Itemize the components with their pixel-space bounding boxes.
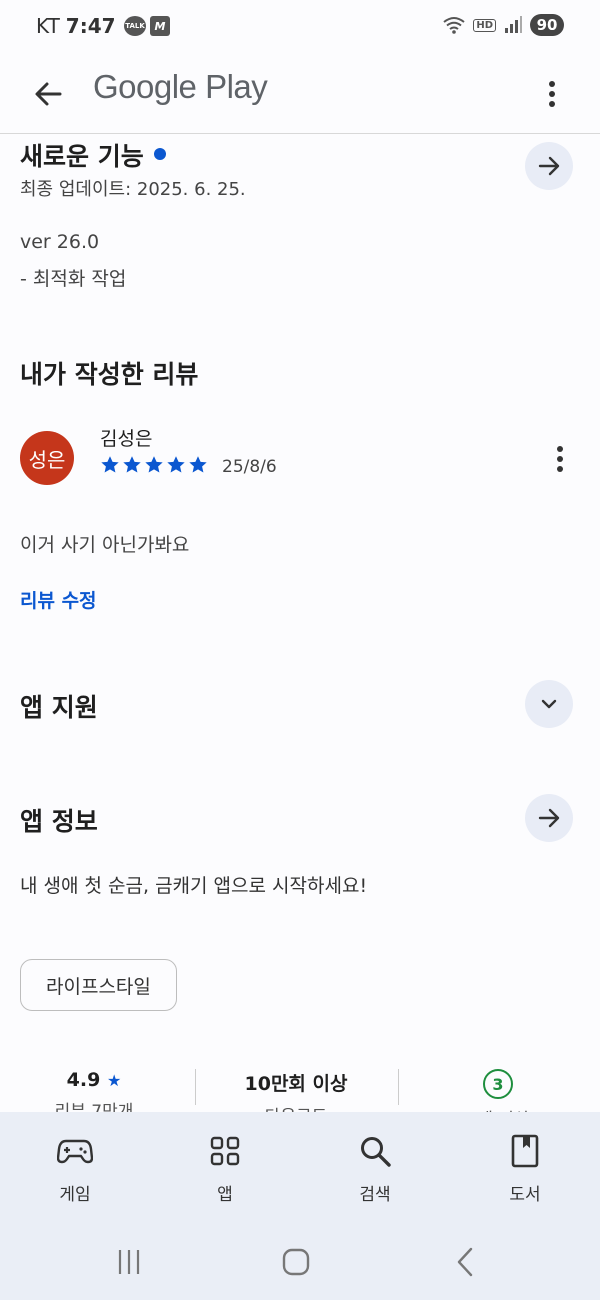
my-review-title: 내가 작성한 리뷰 [20, 360, 199, 389]
app-info-arrow-button[interactable] [525, 794, 573, 842]
arrow-forward-icon [538, 808, 560, 828]
mstock-icon: M [150, 16, 170, 36]
nav-label: 검색 [359, 1185, 391, 1205]
star-icon [167, 456, 185, 473]
star-icon [123, 456, 141, 473]
system-navigation-bar [0, 1224, 600, 1300]
details-content[interactable]: 새로운 기능 최종 업데이트: 2025. 6. 25. ver 26.0 - … [0, 135, 600, 1113]
whats-new-title: 새로운 기능 [20, 142, 144, 171]
apps-grid-icon [206, 1132, 244, 1170]
app-title: Google Play [93, 68, 268, 105]
nav-item-books[interactable]: 도서 [450, 1112, 600, 1224]
wifi-icon [443, 17, 465, 34]
age-rating-value: 3 [408, 1069, 588, 1099]
whats-new-arrow-button[interactable] [525, 142, 573, 190]
kakaotalk-icon: TALK [124, 16, 146, 36]
avatar: 성은 [20, 431, 74, 485]
review-stars [100, 455, 208, 475]
app-description: 내 생애 첫 순금, 금캐기 앱으로 시작하세요! [20, 875, 368, 897]
review-more-button[interactable] [544, 435, 576, 483]
version-text: ver 26.0 [20, 231, 100, 253]
nav-label: 도서 [509, 1185, 541, 1205]
rating-value: 4.9 ★ [4, 1069, 184, 1091]
carrier-name: KT [36, 14, 60, 38]
signal-icon [505, 16, 522, 33]
book-icon [506, 1132, 544, 1170]
status-time: 7:47 [65, 14, 116, 38]
new-indicator-dot [153, 148, 166, 160]
app-bar: Google Play [0, 54, 600, 134]
downloads-stat: 10만회 이상 다운로드 [206, 1069, 386, 1113]
nav-label: 앱 [217, 1185, 233, 1205]
status-indicators: HD 90 [443, 14, 564, 36]
review-text: 이거 사기 아닌가봐요 [20, 534, 190, 556]
review-date: 25/8/6 [222, 457, 277, 477]
battery-indicator: 90 [530, 14, 564, 36]
system-back-button[interactable] [443, 1240, 487, 1284]
rating-sub: 리뷰 7만개 [54, 1102, 134, 1113]
bottom-navigation: 게임 앱 검색 도서 [0, 1112, 600, 1224]
back-button[interactable] [24, 70, 72, 118]
stat-divider [195, 1069, 196, 1105]
status-bar: KT 7:47 TALK M HD 90 [0, 0, 600, 54]
notification-icons: TALK M [124, 16, 170, 36]
reviewer-name: 김성은 [100, 428, 153, 450]
arrow-forward-icon [538, 156, 560, 176]
recent-apps-icon [118, 1250, 140, 1274]
chevron-left-icon [457, 1247, 473, 1277]
category-chip[interactable]: 라이프스타일 [20, 959, 177, 1011]
star-icon [101, 456, 119, 473]
nav-item-search[interactable]: 검색 [300, 1112, 450, 1224]
last-updated: 최종 업데이트: 2025. 6. 25. [20, 179, 246, 200]
rating-number: 4.9 [66, 1069, 101, 1091]
recent-apps-button[interactable] [107, 1240, 151, 1284]
update-note: - 최적화 작업 [20, 268, 127, 290]
age-rating-stat[interactable]: 3 3세 이상 [408, 1069, 588, 1113]
app-support-expand-button[interactable] [525, 680, 573, 728]
arrow-back-icon [35, 82, 62, 106]
nav-item-games[interactable]: 게임 [0, 1112, 150, 1224]
downloads-value: 10만회 이상 [244, 1073, 348, 1095]
gamepad-icon [56, 1132, 94, 1170]
star-icon [189, 456, 207, 473]
age-rating-badge: 3 [483, 1069, 513, 1099]
nav-label: 게임 [59, 1185, 91, 1205]
home-button[interactable] [274, 1240, 318, 1284]
search-icon [356, 1132, 394, 1170]
nav-item-apps[interactable]: 앱 [150, 1112, 300, 1224]
hd-voice-icon: HD [473, 18, 496, 32]
home-icon [282, 1248, 310, 1276]
edit-review-link[interactable]: 리뷰 수정 [20, 586, 97, 613]
status-carrier: KT 7:47 [36, 14, 116, 38]
more-vert-icon [549, 81, 555, 107]
app-info-title: 앱 정보 [20, 807, 98, 836]
rating-stat: 4.9 ★ 리뷰 7만개 [4, 1069, 184, 1113]
whats-new-heading: 새로운 기능 [20, 137, 166, 173]
app-stats-row: 4.9 ★ 리뷰 7만개 10만회 이상 다운로드 3 3세 이상 [0, 1069, 600, 1113]
more-options-button[interactable] [528, 70, 576, 118]
app-support-title: 앱 지원 [20, 693, 98, 722]
more-vert-icon [557, 446, 563, 472]
stat-divider [398, 1069, 399, 1105]
chevron-down-icon [541, 699, 557, 709]
star-icon [145, 456, 163, 473]
star-icon: ★ [106, 1071, 122, 1090]
